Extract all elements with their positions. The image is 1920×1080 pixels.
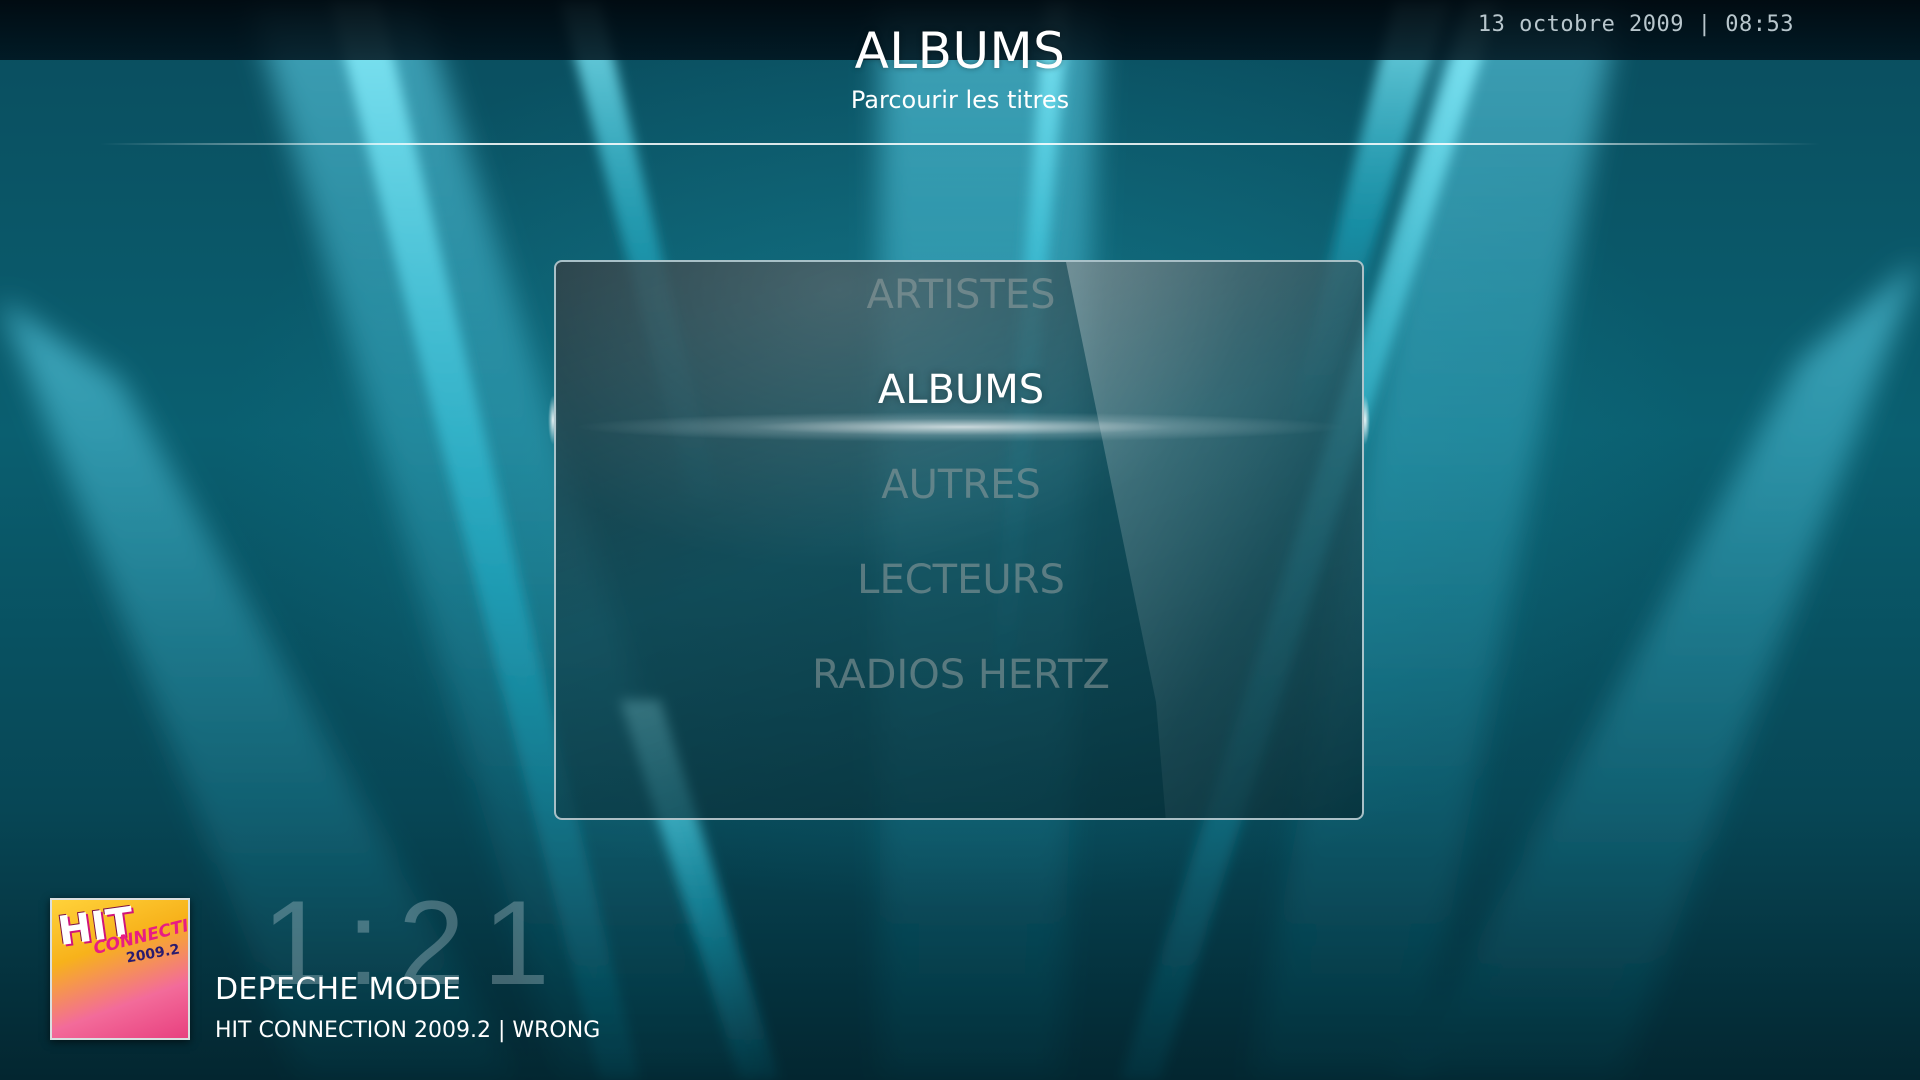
menu-item-albums[interactable]: ALBUMS: [556, 360, 1362, 420]
now-playing-album-track: HIT CONNECTION 2009.2 | WRONG: [215, 1018, 601, 1043]
menu-item-autres[interactable]: AUTRES: [556, 455, 1362, 515]
menu-panel: ARTISTES ALBUMS AUTRES LECTEURS RADIOS H…: [554, 260, 1364, 820]
page-subtitle: Parcourir les titres: [850, 86, 1070, 114]
now-playing-bar[interactable]: HIT CONNECTION 2009.2 1:21 DEPECHE MODE …: [0, 876, 900, 1060]
album-cover[interactable]: HIT CONNECTION 2009.2: [50, 898, 190, 1040]
menu-item-artistes[interactable]: ARTISTES: [556, 265, 1362, 325]
menu-item-radios-hertz[interactable]: RADIOS HERTZ: [556, 645, 1362, 705]
menu-item-lecteurs[interactable]: LECTEURS: [556, 550, 1362, 610]
page-title: ALBUMS: [854, 22, 1066, 80]
media-center-screen: 13 octobre 2009 | 08:53 ALBUMS Parcourir…: [0, 0, 1920, 1080]
header-divider: [100, 143, 1820, 145]
category-menu: ARTISTES ALBUMS AUTRES LECTEURS RADIOS H…: [556, 262, 1362, 818]
now-playing-artist: DEPECHE MODE: [215, 972, 462, 1007]
